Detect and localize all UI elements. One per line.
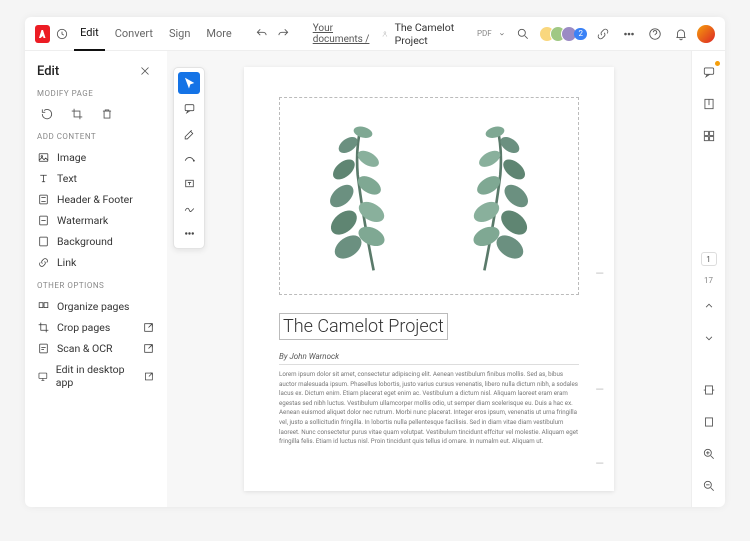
drag-handle[interactable]: — bbox=[595, 383, 604, 396]
tool-select[interactable] bbox=[178, 72, 200, 94]
zoom-in-icon[interactable] bbox=[698, 443, 720, 465]
sidebar-item-crop-pages[interactable]: Crop pages bbox=[37, 317, 155, 338]
home-icon[interactable] bbox=[54, 24, 70, 44]
bell-icon[interactable] bbox=[671, 24, 691, 44]
presence-count: 2 bbox=[574, 28, 587, 40]
topbar: Edit Convert Sign More Your documents / … bbox=[25, 17, 725, 51]
help-icon[interactable] bbox=[645, 24, 665, 44]
image-content bbox=[288, 106, 570, 286]
tab-sign[interactable]: Sign bbox=[163, 17, 196, 51]
popout-icon bbox=[142, 321, 155, 334]
doc-byline[interactable]: By John Warnock bbox=[279, 352, 579, 365]
topbar-right: 2 bbox=[513, 24, 715, 44]
sidebar-item-link[interactable]: Link bbox=[37, 252, 155, 273]
document-page[interactable]: — The Camelot Project — By John Warnock … bbox=[244, 67, 614, 491]
fit-width-icon[interactable] bbox=[698, 379, 720, 401]
tool-highlight[interactable] bbox=[178, 122, 200, 144]
tool-draw[interactable] bbox=[178, 147, 200, 169]
doc-ext: PDF bbox=[477, 29, 492, 38]
tool-more[interactable] bbox=[178, 222, 200, 244]
sidebar-item-organize[interactable]: Organize pages bbox=[37, 296, 155, 317]
search-icon[interactable] bbox=[513, 24, 533, 44]
leaf-illustration-right bbox=[440, 111, 550, 281]
section-other: Other options bbox=[37, 281, 155, 290]
sidebar-item-image[interactable]: Image bbox=[37, 147, 155, 168]
tab-edit[interactable]: Edit bbox=[74, 17, 105, 51]
image-frame[interactable] bbox=[279, 97, 579, 295]
sidebar-item-header-footer[interactable]: Header & Footer bbox=[37, 189, 155, 210]
sidebar-item-watermark[interactable]: Watermark bbox=[37, 210, 155, 231]
page-down-icon[interactable] bbox=[698, 327, 720, 349]
sidebar-item-text[interactable]: Text bbox=[37, 168, 155, 189]
leaf-illustration-left bbox=[308, 111, 418, 281]
section-modify: Modify page bbox=[37, 89, 155, 98]
floating-toolbar bbox=[173, 67, 205, 249]
link-icon[interactable] bbox=[593, 24, 613, 44]
page-total: 17 bbox=[704, 276, 713, 285]
tool-text-box[interactable] bbox=[178, 172, 200, 194]
tab-convert[interactable]: Convert bbox=[109, 17, 159, 51]
chevron-down-icon[interactable] bbox=[498, 29, 506, 39]
doc-heading[interactable]: The Camelot Project bbox=[279, 313, 448, 340]
section-add: Add content bbox=[37, 132, 155, 141]
undo-button[interactable] bbox=[254, 24, 270, 44]
trash-icon[interactable] bbox=[97, 104, 117, 124]
zoom-out-icon[interactable] bbox=[698, 475, 720, 497]
user-icon bbox=[381, 29, 389, 39]
doc-body[interactable]: Lorem ipsum dolor sit amet, consectetur … bbox=[279, 370, 579, 447]
breadcrumb: Your documents / The Camelot Project PDF bbox=[313, 21, 506, 47]
sidebar-title: Edit bbox=[37, 64, 59, 79]
drag-handle[interactable]: — bbox=[595, 457, 604, 470]
doc-title[interactable]: The Camelot Project bbox=[395, 21, 469, 47]
canvas: — The Camelot Project — By John Warnock … bbox=[167, 51, 691, 507]
bookmarks-panel-icon[interactable] bbox=[698, 93, 720, 115]
tool-comment[interactable] bbox=[178, 97, 200, 119]
page-current[interactable]: 1 bbox=[701, 252, 717, 266]
fit-page-icon[interactable] bbox=[698, 411, 720, 433]
comments-panel-icon[interactable] bbox=[698, 61, 720, 83]
sidebar-item-desktop[interactable]: Edit in desktop app bbox=[37, 359, 155, 393]
thumbnails-panel-icon[interactable] bbox=[698, 125, 720, 147]
close-icon[interactable] bbox=[135, 61, 155, 81]
app-logo[interactable] bbox=[35, 25, 50, 43]
redo-button[interactable] bbox=[274, 24, 290, 44]
sidebar-item-background[interactable]: Background bbox=[37, 231, 155, 252]
crop-icon[interactable] bbox=[67, 104, 87, 124]
drag-handle[interactable]: — bbox=[595, 267, 604, 280]
rotate-icon[interactable] bbox=[37, 104, 57, 124]
popout-icon bbox=[142, 342, 155, 355]
right-rail: 1 17 bbox=[691, 51, 725, 507]
tab-more[interactable]: More bbox=[200, 17, 237, 51]
more-icon[interactable] bbox=[619, 24, 639, 44]
popout-icon bbox=[143, 370, 155, 383]
sidebar-item-scan-ocr[interactable]: Scan & OCR bbox=[37, 338, 155, 359]
sidebar: Edit Modify page Add content Image Text … bbox=[25, 51, 167, 507]
tool-sign[interactable] bbox=[178, 197, 200, 219]
profile-avatar[interactable] bbox=[697, 25, 715, 43]
breadcrumb-root[interactable]: Your documents / bbox=[313, 23, 375, 45]
page-up-icon[interactable] bbox=[698, 295, 720, 317]
presence-avatars[interactable]: 2 bbox=[539, 26, 587, 42]
